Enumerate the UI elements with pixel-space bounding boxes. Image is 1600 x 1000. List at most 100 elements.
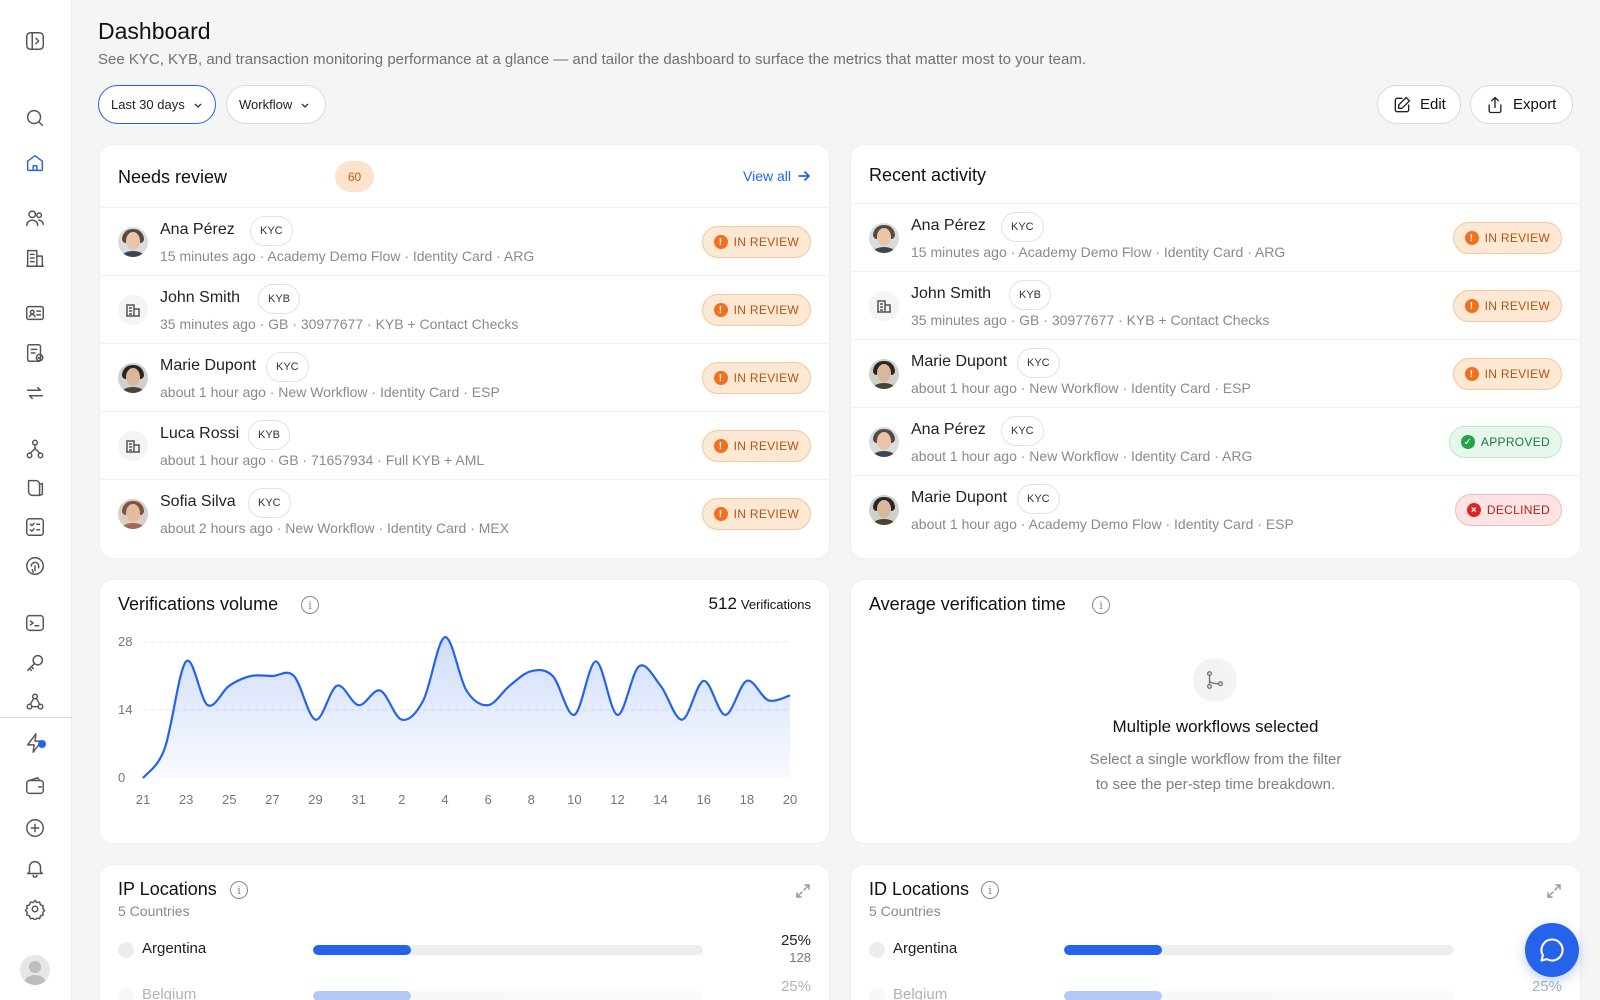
list-item[interactable]: Sofia Silva KYC about 2 hours ago · New Wo… [100, 479, 829, 548]
row-name: John Smith [911, 285, 992, 302]
ip-locations-subtitle: 5 Countries [118, 903, 190, 919]
row-meta: about 1 hour ago · New Workflow · Identi… [911, 380, 1251, 396]
ip-locations-card: IP Locations i 5 Countries Argentina 25% 1… [99, 864, 830, 1000]
view-all-link[interactable]: View all [743, 168, 811, 184]
workflow-filter-label: Workflow [239, 97, 293, 112]
row-name: Marie Dupont [160, 357, 257, 374]
page-title: Dashboard [98, 18, 211, 44]
list-item[interactable]: Ana Pérez KYC 15 minutes ago · Academy Dem… [851, 203, 1580, 272]
fingerprint-icon[interactable] [22, 553, 48, 579]
avatar [869, 359, 899, 389]
verifications-volume-card: Verifications volume i 512 Verifications … [99, 579, 830, 844]
row-name: Luca Rossi [160, 425, 240, 442]
flag-icon [869, 942, 885, 958]
business-icon [118, 295, 148, 325]
status-icon: ! [1464, 367, 1479, 381]
row-meta: 35 minutes ago · GB · 30977677 · KYB + C… [160, 316, 519, 332]
id-card-icon[interactable] [22, 300, 48, 326]
add-circle-icon[interactable] [22, 815, 48, 841]
sidebar-divider [0, 717, 72, 718]
verifications-total-value: 512 [708, 594, 737, 613]
location-row: Belgium 25% [869, 978, 1562, 1000]
export-button[interactable]: Export [1470, 85, 1573, 124]
list-item[interactable]: John Smith KYB 35 minutes ago · GB · 30977… [100, 275, 829, 344]
chat-support-button[interactable] [1525, 923, 1579, 977]
search-icon[interactable] [22, 105, 48, 131]
status-label: IN REVIEW [1484, 367, 1550, 381]
status-badge: ! IN REVIEW [701, 226, 811, 258]
expand-icon[interactable] [1546, 883, 1562, 899]
status-icon: × [1466, 503, 1481, 517]
bell-icon[interactable] [22, 855, 48, 881]
info-icon[interactable]: i [301, 596, 319, 614]
chevron-down-icon [301, 103, 309, 108]
share-bar [1064, 991, 1454, 1000]
row-meta: about 1 hour ago · Academy Demo Flow · I… [911, 516, 1294, 532]
x-tick-label: 4 [441, 792, 448, 807]
checklist-icon[interactable] [22, 514, 48, 540]
terminal-icon[interactable] [22, 610, 48, 636]
status-label: IN REVIEW [733, 507, 799, 521]
date-range-label: Last 30 days [111, 97, 185, 112]
status-badge: ! IN REVIEW [701, 498, 811, 530]
empty-state-line-1: Select a single workflow from the filter [1089, 751, 1342, 768]
edit-label: Edit [1420, 96, 1446, 113]
list-item[interactable]: Marie Dupont KYC about 1 hour ago · New Wo… [851, 339, 1580, 408]
empty-state-line-2: to see the per-step time breakdown. [1095, 776, 1336, 793]
x-tick-label: 29 [308, 792, 322, 807]
user-avatar[interactable] [20, 955, 50, 985]
avatar [869, 223, 899, 253]
business-icon [869, 291, 899, 321]
workflow-filter[interactable]: Workflow [226, 85, 326, 124]
list-item[interactable]: Marie Dupont KYC about 1 hour ago · Academ… [851, 475, 1580, 544]
row-meta: 35 minutes ago · GB · 30977677 · KYB + C… [911, 312, 1270, 328]
needs-review-card: Needs review 60 View all Ana Pérez KYC 15 … [99, 144, 830, 559]
status-icon: ! [713, 507, 728, 521]
status-icon: ! [1464, 299, 1479, 313]
book-icon[interactable] [22, 475, 48, 501]
edit-pencil-icon [1394, 96, 1411, 112]
type-chip: KYC [1017, 348, 1060, 378]
edit-button[interactable]: Edit [1377, 85, 1461, 124]
x-tick-label: 31 [351, 792, 365, 807]
info-icon[interactable]: i [230, 881, 248, 899]
buildings-icon[interactable] [22, 245, 48, 271]
date-range-filter[interactable]: Last 30 days [98, 85, 216, 124]
status-badge: ! IN REVIEW [701, 294, 811, 326]
transfer-icon[interactable] [22, 380, 48, 406]
list-item[interactable]: Marie Dupont KYC about 1 hour ago · New Wo… [100, 343, 829, 412]
home-icon[interactable] [22, 150, 48, 176]
workflow-icon[interactable] [22, 436, 48, 462]
list-item[interactable]: Ana Pérez KYC 15 minutes ago · Academy Dem… [100, 207, 829, 276]
wallet-icon[interactable] [22, 773, 48, 799]
country-name: Belgium [893, 986, 948, 1000]
info-icon[interactable]: i [981, 881, 999, 899]
needs-review-title: Needs review [118, 167, 228, 187]
x-tick-label: 12 [610, 792, 624, 807]
list-item[interactable]: Luca Rossi KYB about 1 hour ago · GB · 716… [100, 411, 829, 480]
x-tick-label: 14 [653, 792, 667, 807]
share-bar-fill [313, 945, 411, 955]
export-label: Export [1513, 96, 1557, 113]
document-check-icon[interactable] [22, 340, 48, 366]
info-icon[interactable]: i [1092, 596, 1110, 614]
notification-dot [38, 740, 46, 748]
type-chip: KYB [1009, 280, 1052, 310]
webhook-icon[interactable] [22, 689, 48, 715]
status-label: APPROVED [1480, 435, 1550, 449]
collapse-sidebar-icon[interactable] [22, 28, 48, 54]
type-chip: KYC [1017, 484, 1060, 514]
list-item[interactable]: John Smith KYB 35 minutes ago · GB · 30977… [851, 271, 1580, 340]
list-item[interactable]: Ana Pérez KYC about 1 hour ago · New Workf… [851, 407, 1580, 476]
expand-icon[interactable] [795, 883, 811, 899]
empty-state-title: Multiple workflows selected [1112, 717, 1319, 736]
type-chip: KYC [250, 216, 293, 246]
status-badge: ! IN REVIEW [701, 362, 811, 394]
location-row: Argentina [869, 937, 1562, 977]
flag-icon [118, 988, 134, 1000]
avatar [118, 227, 148, 257]
settings-gear-icon[interactable] [22, 896, 48, 922]
key-icon[interactable] [22, 650, 48, 676]
users-icon[interactable] [22, 205, 48, 231]
avg-time-title: Average verification time [869, 594, 1066, 614]
